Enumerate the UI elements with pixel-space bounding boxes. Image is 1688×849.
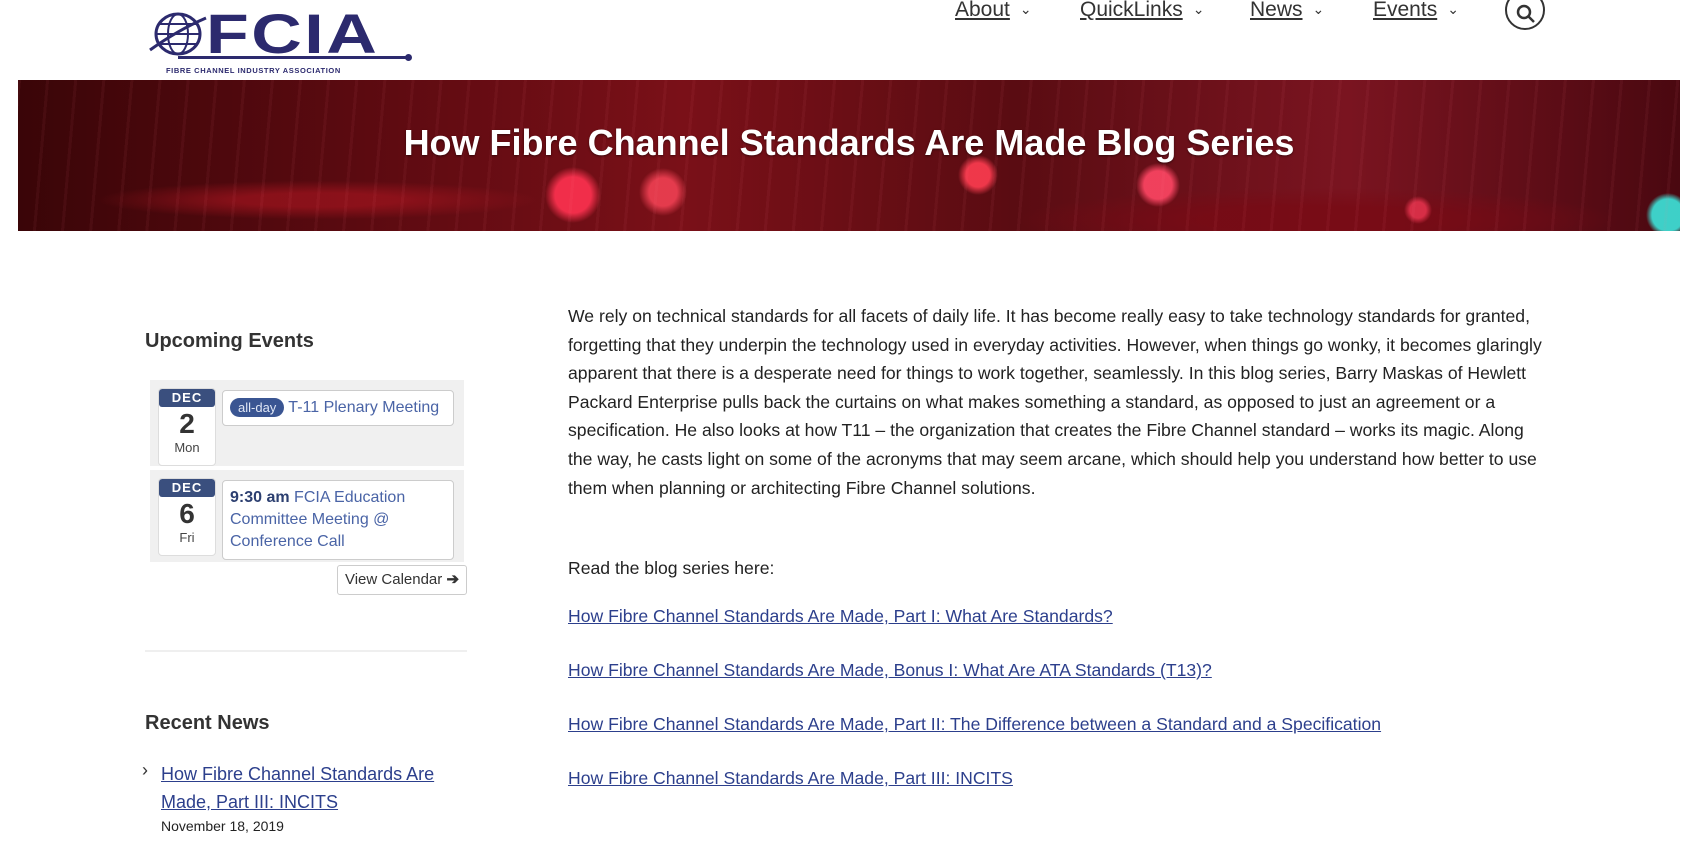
globe-icon <box>149 12 207 56</box>
event-title[interactable]: T-11 Plenary Meeting <box>288 399 439 416</box>
event-card[interactable]: all-day T-11 Plenary Meeting <box>222 390 454 426</box>
arrow-right-icon: ➔ <box>446 571 460 588</box>
page-title: How Fibre Channel Standards Are Made Blo… <box>403 122 1295 163</box>
view-calendar-button[interactable]: View Calendar ➔ <box>337 565 467 595</box>
event-month: DEC <box>159 389 215 407</box>
nav-label: Events <box>1373 0 1438 21</box>
chevron-down-icon: ⌄ <box>1192 1 1205 17</box>
event-weekday: Fri <box>179 530 195 545</box>
news-item: › How Fibre Channel Standards Are Made, … <box>142 760 465 834</box>
lead-in-text: Read the blog series here: <box>568 558 775 578</box>
all-day-badge: all-day <box>230 398 285 417</box>
nav-item-news[interactable]: News ⌄ <box>1250 0 1324 22</box>
event-day: 6 <box>179 498 195 529</box>
nav-label: News <box>1250 0 1303 21</box>
upcoming-events-heading: Upcoming Events <box>145 330 314 352</box>
logo-wordmark: FCIA <box>206 2 380 65</box>
blog-link-part-3[interactable]: How Fibre Channel Standards Are Made, Pa… <box>568 768 1013 789</box>
event-card[interactable]: 9:30 am FCIA Education Committee Meeting… <box>222 480 454 560</box>
nav-item-events[interactable]: Events ⌄ <box>1373 0 1459 22</box>
event-weekday: Mon <box>174 440 200 455</box>
event-month: DEC <box>159 479 215 497</box>
nav-item-quicklinks[interactable]: QuickLinks ⌄ <box>1080 0 1204 22</box>
chevron-down-icon: ⌄ <box>1019 1 1032 17</box>
recent-news-heading: Recent News <box>145 712 270 734</box>
chevron-right-icon: › <box>142 760 148 780</box>
nav-label: About <box>955 0 1010 21</box>
hero-banner: How Fibre Channel Standards Are Made Blo… <box>18 80 1680 231</box>
event-date: DEC 2 Mon <box>158 388 216 466</box>
news-date: November 18, 2019 <box>161 818 284 834</box>
blog-link-bonus-1[interactable]: How Fibre Channel Standards Are Made, Bo… <box>568 660 1212 681</box>
event-time: 9:30 am <box>230 489 290 506</box>
nav-item-about[interactable]: About ⌄ <box>955 0 1032 22</box>
search-button[interactable] <box>1505 0 1545 30</box>
event-item: DEC 6 Fri 9:30 am FCIA Education Committ… <box>150 470 464 562</box>
blog-link-part-2[interactable]: How Fibre Channel Standards Are Made, Pa… <box>568 714 1381 735</box>
main-content: We rely on technical standards for all f… <box>568 302 1548 788</box>
intro-paragraph: We rely on technical standards for all f… <box>568 306 1542 498</box>
view-calendar-label: View Calendar <box>344 571 443 588</box>
fcia-logo[interactable]: FCIA FIBRE CHANNEL INDUSTRY ASSOCIATION <box>148 2 412 76</box>
blog-link-part-1[interactable]: How Fibre Channel Standards Are Made, Pa… <box>568 606 1113 627</box>
chevron-down-icon: ⌄ <box>1312 1 1325 17</box>
chevron-down-icon: ⌄ <box>1447 1 1459 17</box>
event-date: DEC 6 Fri <box>158 478 216 556</box>
news-link[interactable]: How Fibre Channel Standards Are Made, Pa… <box>161 760 465 816</box>
search-icon <box>1516 4 1535 23</box>
event-day: 2 <box>179 408 195 439</box>
event-item: DEC 2 Mon all-day T-11 Plenary Meeting <box>150 380 464 466</box>
logo-underline <box>178 54 412 61</box>
site-header: FCIA FIBRE CHANNEL INDUSTRY ASSOCIATION … <box>0 0 1688 80</box>
logo-tagline: FIBRE CHANNEL INDUSTRY ASSOCIATION <box>166 66 341 75</box>
nav-label: QuickLinks <box>1080 0 1183 21</box>
sidebar-divider <box>145 650 467 652</box>
